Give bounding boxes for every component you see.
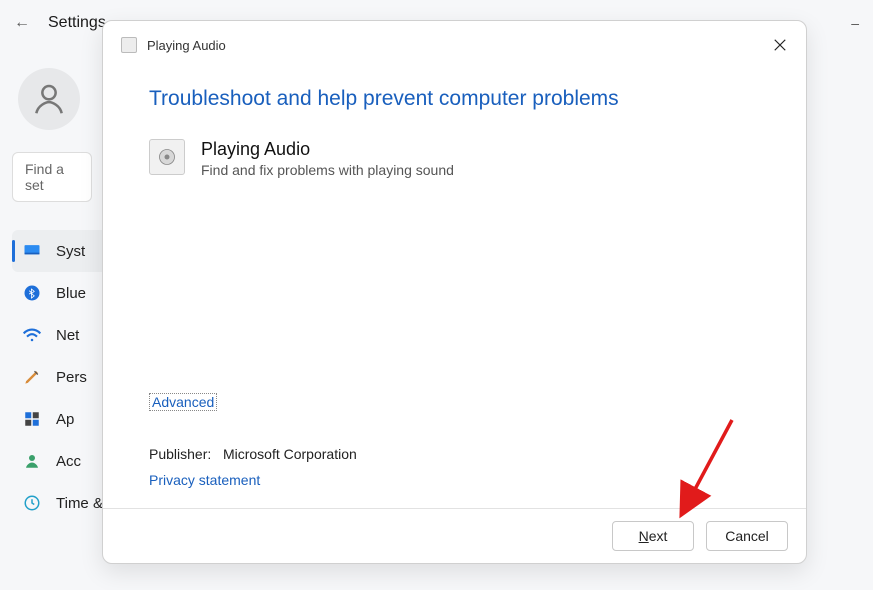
audio-icon — [149, 139, 185, 175]
advanced-link[interactable]: Advanced — [149, 393, 217, 411]
publisher-row: Publisher: Microsoft Corporation — [149, 446, 357, 462]
close-button[interactable] — [768, 33, 792, 57]
troubleshooter-description: Find and fix problems with playing sound — [201, 162, 454, 178]
troubleshooter-icon — [121, 37, 137, 53]
sidebar-item-label: Pers — [56, 369, 87, 386]
dialog-heading: Troubleshoot and help prevent computer p… — [149, 87, 760, 111]
person-icon — [30, 80, 68, 118]
publisher-label: Publisher: — [149, 446, 211, 462]
wifi-icon — [22, 325, 42, 345]
privacy-link[interactable]: Privacy statement — [149, 472, 357, 488]
settings-title: Settings — [48, 14, 106, 32]
apps-icon — [22, 409, 42, 429]
dialog-window-title: Playing Audio — [147, 38, 226, 53]
search-input[interactable]: Find a set — [12, 152, 92, 202]
account-icon — [22, 451, 42, 471]
sidebar-item-label: Net — [56, 327, 79, 344]
back-icon[interactable]: ← — [14, 14, 30, 32]
dialog-titlebar: Playing Audio — [103, 21, 806, 59]
sidebar-item-label: Acc — [56, 453, 81, 470]
cancel-button[interactable]: Cancel — [706, 521, 788, 551]
troubleshooter-dialog: Playing Audio Troubleshoot and help prev… — [102, 20, 807, 564]
close-icon — [773, 38, 787, 52]
troubleshooter-item: Playing Audio Find and fix problems with… — [149, 139, 760, 178]
troubleshooter-name: Playing Audio — [201, 139, 454, 160]
dialog-footer: Next Cancel — [103, 508, 806, 563]
clock-icon — [22, 493, 42, 513]
publisher-value: Microsoft Corporation — [223, 446, 357, 462]
minimize-icon[interactable]: – — [851, 15, 859, 31]
next-button[interactable]: Next — [612, 521, 694, 551]
dialog-body: Troubleshoot and help prevent computer p… — [103, 59, 806, 508]
sidebar-item-label: Ap — [56, 411, 74, 428]
window-controls: – — [851, 15, 859, 31]
avatar[interactable] — [18, 68, 80, 130]
bluetooth-icon — [22, 283, 42, 303]
brush-icon — [22, 367, 42, 387]
sidebar-item-label: Syst — [56, 243, 85, 260]
sidebar-item-label: Blue — [56, 285, 86, 302]
monitor-icon — [22, 241, 42, 261]
